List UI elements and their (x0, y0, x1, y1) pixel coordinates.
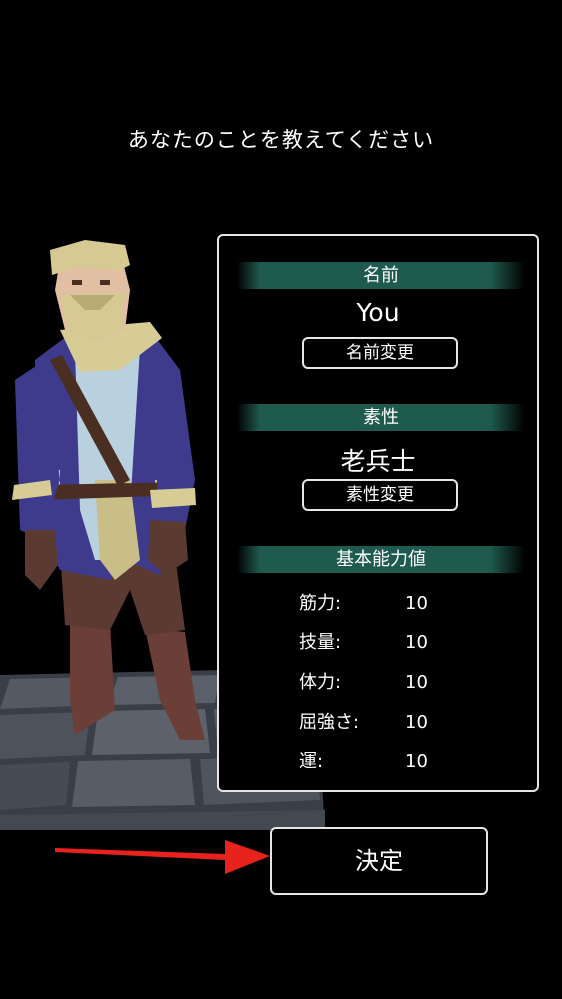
stat-label: 屈強さ: (299, 712, 360, 733)
stat-row: 体力: 10 (299, 668, 499, 698)
character-creation-screen: あなたのことを教えてください 名前 You 名前変更 素性 老兵士 素性変更 基… (0, 0, 562, 999)
prompt-title: あなたのことを教えてください (127, 128, 435, 152)
change-trait-button[interactable]: 素性変更 (302, 479, 458, 511)
stat-value: 10 (405, 632, 428, 653)
stat-row: 屈強さ: 10 (299, 708, 499, 738)
stat-value: 10 (405, 672, 428, 693)
stat-label: 技量: (299, 632, 342, 653)
stat-value: 10 (405, 593, 428, 614)
name-section-header: 名前 (237, 262, 525, 289)
stat-label: 体力: (299, 672, 342, 693)
character-info-panel: 名前 You 名前変更 素性 老兵士 素性変更 基本能力値 筋力: 10 技量:… (217, 234, 539, 792)
trait-section-header: 素性 (237, 404, 525, 431)
character-trait: 老兵士 (340, 447, 416, 476)
stats-section-header: 基本能力値 (237, 546, 525, 573)
confirm-button[interactable]: 決定 (270, 827, 488, 895)
stat-row: 技量: 10 (299, 628, 499, 658)
character-name: You (356, 298, 400, 327)
change-name-button[interactable]: 名前変更 (302, 337, 458, 369)
stat-row: 筋力: 10 (299, 589, 499, 619)
old-soldier-character (12, 240, 205, 740)
stat-value: 10 (405, 712, 428, 733)
stat-value: 10 (405, 751, 428, 772)
stat-row: 運: 10 (299, 747, 499, 777)
pointer-arrow-icon (55, 840, 270, 874)
stat-label: 筋力: (299, 593, 342, 614)
stat-label: 運: (299, 751, 324, 772)
